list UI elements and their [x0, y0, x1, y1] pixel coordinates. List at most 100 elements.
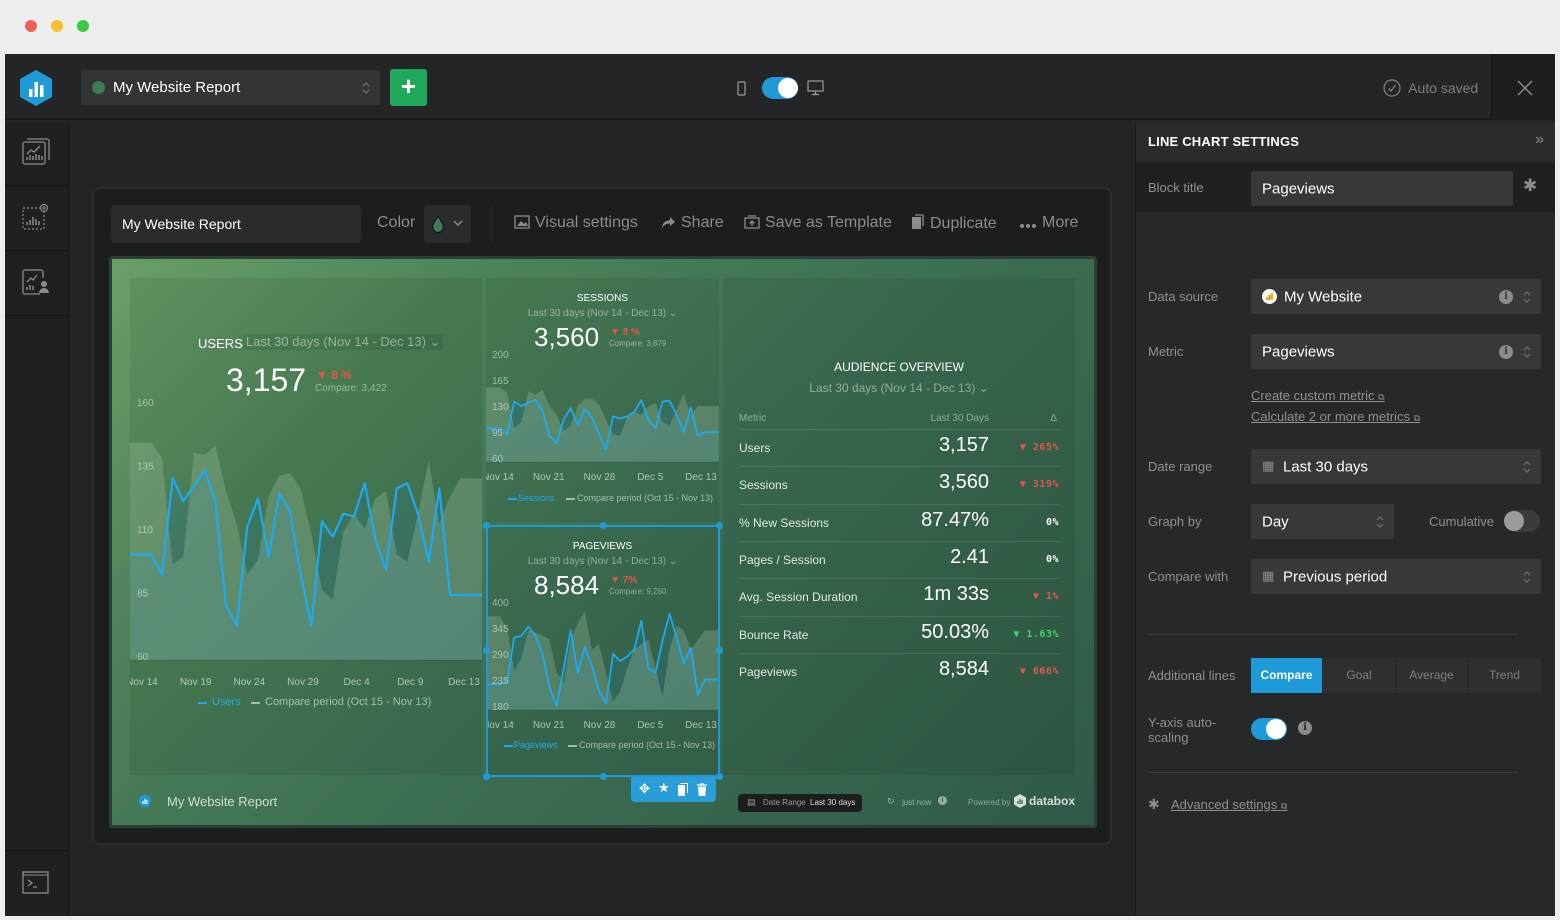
block-title-label: Block title — [1148, 180, 1204, 195]
x-tick-label: Nov 21 — [533, 472, 565, 483]
calendar-icon: ▦ — [1262, 458, 1275, 473]
info-icon[interactable]: i — [938, 796, 947, 805]
databoard-title-input[interactable]: My Website Report — [111, 205, 361, 243]
updown-chevron-icon — [1523, 291, 1531, 303]
audience-row: Sessions 3,560 ▼ 319% — [739, 466, 1059, 503]
legend-swatch-sessions — [508, 498, 517, 500]
calendar-icon: ▤ — [747, 797, 756, 807]
share-button[interactable]: Share — [661, 214, 724, 232]
x-tick-label: Dec 13 — [685, 472, 717, 483]
image-icon — [514, 215, 530, 229]
mobile-icon[interactable] — [737, 81, 746, 96]
check-circle-icon — [1383, 79, 1401, 97]
x-tick-label: Dec 4 — [344, 677, 371, 688]
visual-settings-button[interactable]: Visual settings — [514, 214, 638, 232]
audience-value: 8,584 — [938, 657, 989, 680]
yaxis-autoscaling-label: Y-axis auto-scaling — [1148, 715, 1217, 745]
footer-report-name: My Website Report — [167, 794, 278, 809]
advanced-settings-link[interactable]: Advanced settings ⧉ — [1171, 797, 1287, 812]
close-icon[interactable] — [1517, 80, 1533, 96]
sessions-date-range[interactable]: Last 30 days (Nov 14 - Dec 13) ⌄ — [486, 308, 719, 319]
nav-add-datablock[interactable] — [5, 187, 68, 251]
nav-console[interactable] — [5, 850, 68, 916]
compare-with-label: Compare with — [1148, 569, 1229, 584]
maximize-window-dot[interactable] — [77, 20, 89, 32]
graph-by-select[interactable]: Day — [1251, 504, 1394, 539]
top-bar: My Website Report + Auto saved — [5, 54, 1555, 120]
databoard-toolbar: My Website Report Color Visual settings … — [111, 205, 1101, 245]
users-line-chart[interactable]: 60 85 110 135 160 Nov 14 Nov 19 Nov 24 Nov 29 Dec… — [130, 390, 482, 710]
nav-user-boards[interactable] — [5, 252, 68, 316]
compare-with-select[interactable]: ▦ Previous period — [1251, 559, 1541, 594]
databox-logo-icon[interactable] — [19, 69, 53, 107]
graph-by-label: Graph by — [1148, 514, 1202, 529]
report-selector[interactable]: My Website Report — [81, 70, 380, 105]
resize-handle[interactable] — [716, 522, 723, 529]
audience-row: Avg. Session Duration 1m 33s ▼ 1% — [739, 578, 1059, 615]
x-tick-label: Nov 24 — [233, 677, 265, 688]
sessions-block[interactable]: SESSIONS Last 30 days (Nov 14 - Dec 13) … — [486, 278, 719, 522]
updown-chevron-icon — [1523, 571, 1531, 583]
add-databoard-button[interactable]: + — [390, 69, 427, 106]
block-title-row: Block title Pageviews ✱ — [1136, 162, 1555, 212]
segment-goal[interactable]: Goal — [1323, 658, 1396, 693]
users-block[interactable]: USERS Last 30 days (Nov 14 - Dec 13) ⌄ 3… — [130, 278, 482, 775]
data-source-select[interactable]: My Website i — [1251, 279, 1541, 314]
resize-handle[interactable] — [600, 522, 607, 529]
collapse-panel-icon[interactable]: » — [1535, 131, 1544, 149]
date-range-select[interactable]: ▦ Last 30 days — [1251, 449, 1541, 484]
x-tick-label: Dec 9 — [397, 677, 424, 688]
close-editor-button[interactable] — [1491, 54, 1555, 120]
audience-date-range[interactable]: Last 30 days (Nov 14 - Dec 13) ⌄ — [723, 381, 1075, 395]
updated-time: just now — [902, 798, 932, 807]
databoard-icon — [22, 138, 50, 165]
info-icon[interactable]: i — [1499, 290, 1513, 304]
minimize-window-dot[interactable] — [51, 20, 63, 32]
segment-average[interactable]: Average — [1396, 658, 1468, 693]
desktop-icon[interactable] — [807, 80, 824, 96]
close-window-dot[interactable] — [25, 20, 37, 32]
audience-overview-block[interactable]: AUDIENCE OVERVIEW Last 30 days (Nov 14 -… — [723, 278, 1075, 775]
refresh-icon[interactable]: ↻ — [887, 796, 895, 807]
yaxis-autoscaling-toggle[interactable] — [1251, 718, 1287, 740]
segment-trend[interactable]: Trend — [1468, 658, 1541, 693]
databoard-canvas: My Website Report Color Visual settings … — [92, 187, 1112, 845]
device-switch[interactable] — [762, 77, 798, 99]
audience-metric: Users — [739, 441, 771, 455]
sessions-line-chart[interactable]: 60 95 130 165 200 Nov 14 Nov 21 Nov 28 Dec 5 Dec … — [486, 346, 719, 491]
x-tick-label: Nov 19 — [180, 677, 212, 688]
resize-handle[interactable] — [483, 522, 490, 529]
audience-value: 87.47% — [921, 508, 989, 531]
data-source-label: Data source — [1148, 289, 1219, 304]
more-button[interactable]: More — [1019, 214, 1078, 232]
info-icon[interactable]: i — [1298, 721, 1312, 735]
audience-row: Bounce Rate 50.03% ▼ 1.63% — [739, 615, 1059, 653]
resize-handle[interactable] — [716, 647, 723, 654]
save-as-template-button[interactable]: Save as Template — [744, 214, 892, 232]
y-tick-label: 60 — [137, 652, 149, 663]
chevron-down-icon: ⌄ — [429, 334, 441, 349]
users-date-range[interactable]: Last 30 days (Nov 14 - Dec 13) ⌄ — [243, 334, 444, 350]
duplicate-button[interactable]: Duplicate — [911, 214, 997, 233]
divider — [1148, 772, 1518, 773]
nav-databoards[interactable] — [5, 122, 68, 186]
segment-compare[interactable]: Compare — [1251, 658, 1323, 693]
info-icon[interactable]: i — [1499, 345, 1513, 359]
footer-date-range[interactable]: ▤ Date Range Last 30 days — [738, 794, 862, 812]
metric-select[interactable]: Pageviews i — [1251, 334, 1541, 369]
resize-handle[interactable] — [483, 647, 490, 654]
gear-icon[interactable]: ✱ — [1523, 176, 1537, 196]
add-chart-icon — [22, 203, 49, 230]
legend-swatch-users — [198, 702, 207, 704]
color-picker[interactable] — [424, 205, 471, 243]
legend-swatch-compare — [566, 498, 575, 500]
databoard-preview: USERS Last 30 days (Nov 14 - Dec 13) ⌄ 3… — [109, 256, 1097, 828]
create-custom-metric-link[interactable]: Create custom metric ⧉ — [1251, 388, 1385, 403]
gear-icon: ✱ — [1148, 796, 1160, 812]
template-icon — [744, 215, 760, 229]
device-toggle[interactable] — [735, 76, 835, 100]
cumulative-toggle[interactable] — [1504, 510, 1540, 532]
calculate-metrics-link[interactable]: Calculate 2 or more metrics ⧉ — [1251, 409, 1420, 424]
block-title-input[interactable]: Pageviews — [1251, 171, 1513, 206]
external-link-icon: ⧉ — [1413, 413, 1421, 423]
